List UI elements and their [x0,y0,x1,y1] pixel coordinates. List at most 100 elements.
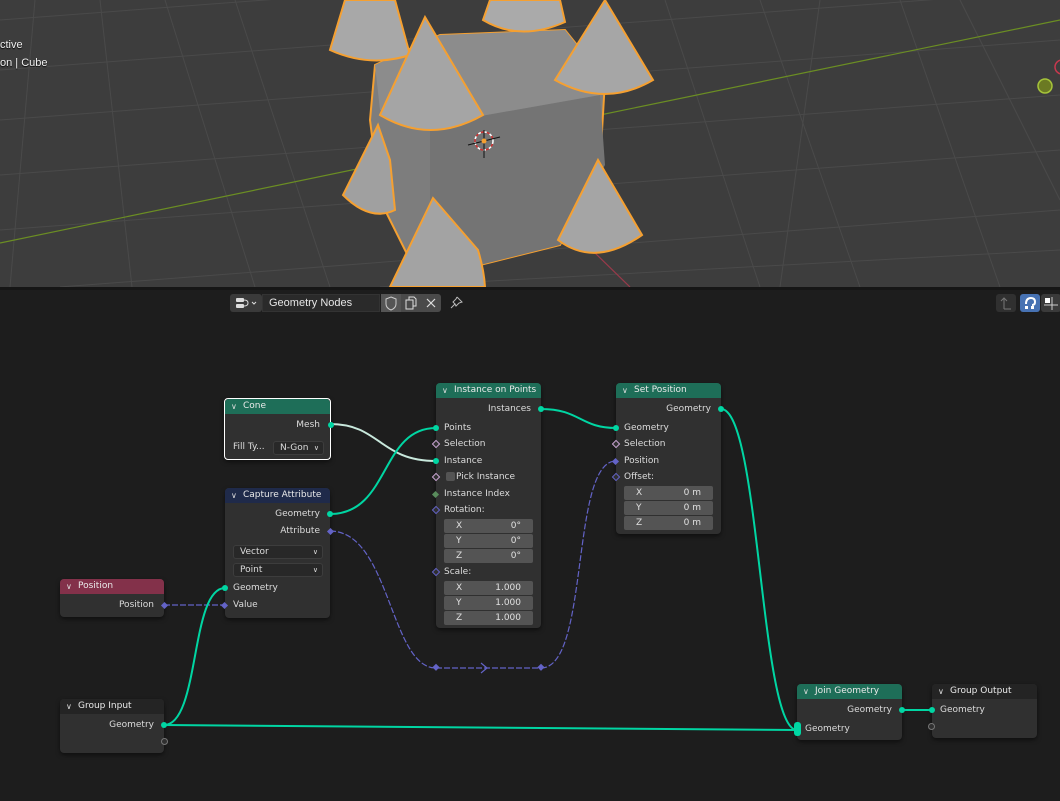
snap-toggle-button[interactable] [1020,294,1040,312]
socket-label: Geometry [666,404,711,414]
reroute-node[interactable] [432,663,440,671]
collapse-chevron-icon[interactable]: ∨ [622,383,628,398]
vector-field-socket[interactable] [431,567,441,577]
offset-z-field[interactable]: Z 0 m [624,516,713,530]
geometry-socket[interactable] [327,511,333,517]
node-join-geometry[interactable]: ∨ Join Geometry Geometry Geometry [794,684,905,740]
axis-value: 1.000 [495,598,521,608]
node-group-output[interactable]: ∨ Group Output Geometry [928,684,1037,738]
axis-value: 0° [510,536,521,546]
socket-label: Pick Instance [456,472,516,482]
geometry-socket[interactable] [222,585,228,591]
data-type-dropdown[interactable]: Vector ∨ [233,545,323,559]
navigation-gizmo[interactable] [1037,59,1060,94]
duplicate-button[interactable] [401,294,421,312]
output-socket-row: Instances [436,401,544,417]
geometry-socket[interactable] [328,422,334,428]
geometry-socket[interactable] [929,707,935,713]
rotation-y-field[interactable]: Y 0° [444,534,533,548]
geometry-socket[interactable] [433,425,439,431]
scale-x-field[interactable]: X 1.000 [444,581,533,595]
node-capture-attribute[interactable]: ∨ Capture Attribute Geometry Attribute Ve… [220,488,335,618]
node-cone[interactable]: ∨ Cone Mesh Fill Ty... N-Gon ∨ [224,398,334,460]
link-group-input-to-capture [163,587,226,726]
unlink-button[interactable] [421,294,441,312]
rotation-x-field[interactable]: X 0° [444,519,533,533]
pin-button[interactable] [446,294,466,312]
collapse-chevron-icon[interactable]: ∨ [66,579,72,594]
parent-node-tree-button[interactable] [996,294,1016,312]
geometry-socket[interactable] [718,406,724,412]
boolean-field-socket[interactable] [611,439,621,449]
vector-socket[interactable] [326,527,335,535]
3d-viewport[interactable]: ctive on | Cube [0,0,1060,287]
link-set-position-to-join [720,408,798,731]
socket-label: Value [233,600,258,610]
link-capture-geometry-to-points [329,427,437,515]
scale-z-field[interactable]: Z 1.000 [444,611,533,625]
fill-type-dropdown[interactable]: N-Gon ∨ [273,441,324,455]
collapse-chevron-icon[interactable]: ∨ [938,684,944,699]
rotation-vector-field: X 0° Y 0° Z 0° [444,519,533,564]
geometry-socket[interactable] [899,707,905,713]
node-tree-name-field[interactable]: Geometry Nodes [262,294,380,312]
fake-user-button[interactable] [381,294,401,312]
empty-socket[interactable] [161,738,168,745]
multi-input-geometry-socket[interactable] [794,722,801,736]
geometry-socket[interactable] [161,722,167,728]
node-set-position[interactable]: ∨ Set Position Geometry Geometry Selectio… [611,383,724,534]
pick-instance-checkbox[interactable] [446,472,455,481]
vector-field-socket[interactable] [611,472,621,482]
collapse-chevron-icon[interactable]: ∨ [231,399,237,414]
geometry-socket[interactable] [613,425,619,431]
geometry-socket[interactable] [433,458,439,464]
socket-label: Geometry [847,705,892,715]
vector-socket[interactable] [160,601,169,609]
boolean-field-socket[interactable] [431,472,441,482]
node-header[interactable]: ∨ Join Geometry [797,684,902,699]
gizmo-y-axis-icon[interactable] [1037,78,1053,94]
y-axis-line [0,159,401,244]
vector-socket[interactable] [611,457,620,465]
vector-socket[interactable] [220,601,229,609]
collapse-chevron-icon[interactable]: ∨ [66,699,72,714]
integer-socket[interactable] [431,490,440,498]
node-title: Join Geometry [815,686,880,696]
dropdown-value: N-Gon [280,443,309,453]
node-instance-on-points[interactable]: ∨ Instance on Points Instances Points Sel… [431,383,544,628]
node-header[interactable]: ∨ Group Output [932,684,1037,699]
node-header[interactable]: ∨ Position [60,579,164,594]
reroute-node[interactable] [537,663,545,671]
gizmo-x-axis-icon[interactable] [1054,59,1060,75]
scale-y-field[interactable]: Y 1.000 [444,596,533,610]
collapse-chevron-icon[interactable]: ∨ [231,488,237,503]
node-editor-canvas[interactable]: ∨ Cone Mesh Fill Ty... N-Gon ∨ ∨ Capture At… [0,316,1060,801]
boolean-field-socket[interactable] [431,439,441,449]
offset-x-field[interactable]: X 0 m [624,486,713,500]
rotation-z-field[interactable]: Z 0° [444,549,533,563]
collapse-chevron-icon[interactable]: ∨ [442,383,448,398]
output-socket-row: Attribute [225,523,335,539]
node-position[interactable]: ∨ Position Position [60,579,169,617]
input-socket-row: Geometry [222,580,330,596]
node-header[interactable]: ∨ Instance on Points [436,383,541,398]
output-socket-row: Geometry [616,401,724,417]
offset-y-field[interactable]: Y 0 m [624,501,713,515]
vector-field-socket[interactable] [431,505,441,515]
node-header[interactable]: ∨ Capture Attribute [225,488,330,503]
empty-socket[interactable] [928,723,935,730]
node-header[interactable]: ∨ Set Position [616,383,721,398]
grid-icon [1044,297,1058,310]
domain-dropdown[interactable]: Point ∨ [233,563,323,577]
snap-grid-button[interactable] [1041,294,1060,312]
node-group-input[interactable]: ∨ Group Input Geometry [60,699,168,753]
socket-label: Selection [444,439,486,449]
geometry-socket[interactable] [538,406,544,412]
output-socket-row: Position [60,597,169,613]
node-header[interactable]: ∨ Cone [225,399,330,414]
node-header[interactable]: ∨ Group Input [60,699,164,714]
editor-type-button[interactable] [230,294,262,312]
parent-arrow-icon [1000,297,1011,310]
socket-label: Offset: [624,472,655,482]
collapse-chevron-icon[interactable]: ∨ [803,684,809,699]
